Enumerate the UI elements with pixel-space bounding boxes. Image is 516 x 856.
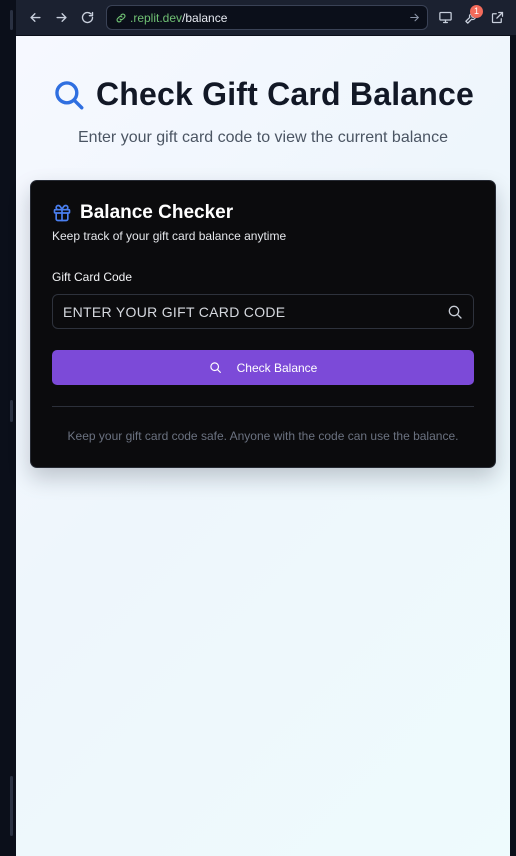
open-new-tab-button[interactable] xyxy=(484,5,510,31)
arrow-left-icon xyxy=(29,13,41,22)
page-title: Check Gift Card Balance xyxy=(95,76,475,112)
external-link-icon xyxy=(491,11,503,24)
check-balance-button[interactable]: Check Balance xyxy=(52,350,474,385)
gift-card-code-label: Gift Card Code xyxy=(52,270,133,284)
reload-icon xyxy=(81,11,93,24)
back-button[interactable] xyxy=(22,5,48,31)
left-rail xyxy=(0,0,16,856)
url-path: /balance xyxy=(182,10,228,25)
rail-marker xyxy=(10,776,13,836)
link-icon xyxy=(115,12,127,24)
forward-button[interactable] xyxy=(48,5,74,31)
page-header: Check Gift Card Balance xyxy=(16,76,510,113)
browser-frame: .replit.dev/balance 1 Check Gift Card Ba… xyxy=(0,0,516,856)
monitor-icon xyxy=(438,11,452,24)
address-bar[interactable]: .replit.dev/balance xyxy=(106,5,428,30)
right-rail xyxy=(510,36,516,856)
reload-button[interactable] xyxy=(74,5,100,31)
rail-marker xyxy=(10,400,13,422)
divider xyxy=(52,406,474,407)
security-note: Keep your gift card code safe. Anyone wi… xyxy=(67,429,459,443)
search-icon xyxy=(52,78,86,112)
gift-icon xyxy=(52,203,72,223)
search-icon xyxy=(447,304,463,320)
page-viewport: Check Gift Card Balance Enter your gift … xyxy=(16,36,510,856)
devtools-button[interactable]: 1 xyxy=(458,4,484,31)
go-arrow-icon[interactable] xyxy=(408,11,421,24)
check-balance-label: Check Balance xyxy=(236,360,318,375)
balance-checker-card: Balance Checker Keep track of your gift … xyxy=(30,180,496,468)
rail-marker xyxy=(10,10,13,30)
gift-card-code-field[interactable] xyxy=(52,294,474,329)
devices-button[interactable] xyxy=(432,5,458,31)
page-subtitle: Enter your gift card code to view the cu… xyxy=(78,129,448,146)
card-header: Balance Checker xyxy=(52,202,233,224)
notification-badge: 1 xyxy=(470,4,483,18)
search-icon xyxy=(209,361,222,374)
arrow-right-icon xyxy=(55,13,67,22)
card-title: Balance Checker xyxy=(80,202,234,223)
card-description: Keep track of your gift card balance any… xyxy=(52,229,287,243)
browser-toolbar: .replit.dev/balance 1 xyxy=(16,0,516,36)
gift-card-code-input[interactable] xyxy=(53,295,433,328)
url-domain: .replit.dev xyxy=(130,10,183,25)
